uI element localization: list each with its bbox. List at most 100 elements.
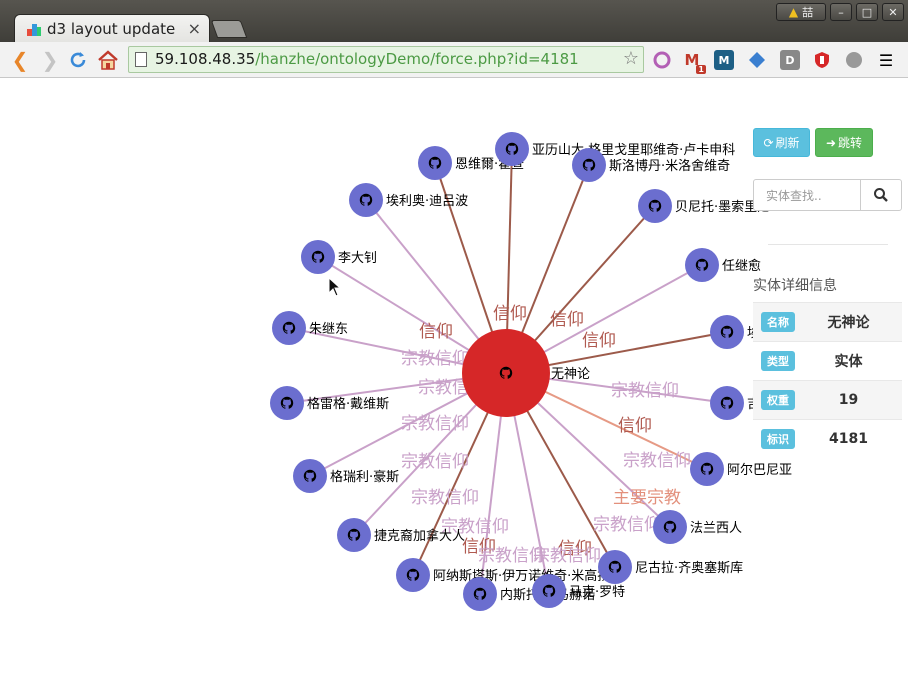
extension-circle-icon[interactable] xyxy=(652,50,672,70)
page-icon xyxy=(135,52,147,67)
jump-button[interactable]: ➜ 跳转 xyxy=(815,128,873,157)
tab-title: d3 layout update xyxy=(47,20,176,38)
new-tab-button[interactable] xyxy=(210,20,248,38)
gmail-extension-icon[interactable]: M1 xyxy=(682,50,706,74)
search-icon xyxy=(874,188,888,202)
url-path: /hanzhe/ontologyDemo/force.php?id=4181 xyxy=(255,50,579,68)
search-button[interactable] xyxy=(860,179,902,211)
warning-icon: ▲ xyxy=(788,5,799,19)
reload-button[interactable] xyxy=(66,48,90,72)
edge-label: 主要宗教 xyxy=(613,488,681,508)
browser-tab[interactable]: d3 layout update × xyxy=(14,14,210,42)
info-value: 19 xyxy=(838,392,859,408)
menu-icon[interactable]: ☰ xyxy=(876,50,896,70)
forward-button[interactable]: ❯ xyxy=(38,48,62,72)
info-key: 权重 xyxy=(761,390,795,410)
graph-node-label: 格雷格·戴维斯 xyxy=(307,396,389,412)
bookmark-star-icon[interactable]: ☆ xyxy=(623,48,639,69)
graph-node-label: 李大钊 xyxy=(338,251,377,266)
info-value: 无神论 xyxy=(827,315,870,331)
user-profile-button[interactable]: ▲ 喆 xyxy=(776,3,826,21)
info-row-id: 标识 4181 xyxy=(753,419,902,458)
info-row-type: 类型 实体 xyxy=(753,341,902,380)
graph-node-circle[interactable] xyxy=(396,558,430,592)
graph-node-circle[interactable] xyxy=(301,240,335,274)
url-host: 59.108.48.35 xyxy=(155,50,256,68)
edge-label: 宗教信仰 xyxy=(411,488,479,508)
graph-node-label: 阿纳斯塔斯·伊万诺维奇·米高扬 xyxy=(433,568,610,584)
info-row-weight: 权重 19 xyxy=(753,380,902,419)
page-content: 信仰 信仰 信仰 宗教信仰 信仰 宗教信仰 宗教信仰 宗教信仰 信仰 宗教信仰 宗教信仰 宗教信仰 主要… xyxy=(5,79,903,678)
graph-node[interactable]: 格瑞利·豪斯 xyxy=(293,459,399,493)
center-node-label: 无神论 xyxy=(551,367,590,382)
shield-extension-icon[interactable] xyxy=(812,50,832,70)
globe-glyph xyxy=(846,52,862,68)
edge-label: 信仰 xyxy=(419,322,453,342)
graph-node-circle[interactable] xyxy=(532,574,566,608)
arrow-right-icon: ➜ xyxy=(825,135,837,150)
close-tab-icon[interactable]: × xyxy=(188,19,201,38)
url-text: 59.108.48.35/hanzhe/ontologyDemo/force.p… xyxy=(155,50,579,68)
graph-node[interactable]: 埃利奥·迪吕波 xyxy=(349,183,468,217)
graph-node-circle[interactable] xyxy=(272,311,306,345)
back-button[interactable]: ❮ xyxy=(8,48,32,72)
graph-node-circle[interactable] xyxy=(638,189,672,223)
graph-node-circle[interactable] xyxy=(418,146,452,180)
panel-title: 实体详细信息 xyxy=(753,278,837,294)
address-bar[interactable]: 59.108.48.35/hanzhe/ontologyDemo/force.p… xyxy=(128,46,644,73)
edge-label: 宗教信仰 xyxy=(401,414,469,434)
pin-extension-icon[interactable] xyxy=(747,50,767,70)
center-node-circle[interactable] xyxy=(462,329,550,417)
tab-favicon-icon xyxy=(27,24,41,36)
info-value: 4181 xyxy=(829,431,868,447)
graph-node-circle[interactable] xyxy=(270,386,304,420)
d-extension-icon[interactable]: D xyxy=(780,50,800,70)
edge-label: 宗教信仰 xyxy=(401,452,469,472)
edge-label: 宗教信仰 xyxy=(623,451,691,471)
graph-node-label: 法兰西人 xyxy=(690,521,742,536)
graph-node-circle[interactable] xyxy=(572,148,606,182)
graph-node-circle[interactable] xyxy=(685,248,719,282)
reload-icon xyxy=(70,52,86,68)
refresh-label: 刷新 xyxy=(775,136,800,150)
shield-glyph xyxy=(815,52,829,68)
graph-node-circle[interactable] xyxy=(495,132,529,166)
minimize-button[interactable]: – xyxy=(830,3,852,21)
edge-label: 信仰 xyxy=(582,331,616,351)
refresh-button[interactable]: ⟳ 刷新 xyxy=(753,128,810,157)
edge-label: 信仰 xyxy=(493,304,527,324)
graph-node[interactable]: 尼古拉·齐奥塞斯库 xyxy=(598,550,743,584)
graph-node-label: 尼古拉·齐奥塞斯库 xyxy=(635,560,743,576)
graph-node-circle[interactable] xyxy=(349,183,383,217)
edge-label: 信仰 xyxy=(618,416,652,436)
info-value: 实体 xyxy=(834,354,863,370)
graph-node-circle[interactable] xyxy=(293,459,327,493)
browser-window: d3 layout update × ▲ 喆 – □ ✕ ❮ ❯ 59.108.… xyxy=(0,0,908,681)
graph-node-circle[interactable] xyxy=(690,452,724,486)
graph-node-label: 阿尔巴尼亚 xyxy=(727,463,792,478)
graph-node[interactable]: 贝尼托·墨索里尼 xyxy=(638,189,770,223)
gmail-badge: 1 xyxy=(696,65,706,74)
close-window-button[interactable]: ✕ xyxy=(882,3,904,21)
globe-extension-icon[interactable] xyxy=(844,50,864,70)
maximize-button[interactable]: □ xyxy=(856,3,878,21)
edge-label: 宗教信仰 xyxy=(593,515,661,535)
graph-node-circle[interactable] xyxy=(710,386,744,420)
entity-search-input[interactable]: 实体查找.. xyxy=(753,179,861,211)
graph-node-circle[interactable] xyxy=(598,550,632,584)
jump-label: 跳转 xyxy=(838,136,863,150)
graph-node-label: 亚历山大·格里戈里耶维奇·卢卡申科 xyxy=(532,142,735,158)
graph-node[interactable]: 法兰西人 xyxy=(653,510,742,544)
home-icon xyxy=(98,50,118,70)
graph-node[interactable]: 任继愈 xyxy=(685,248,761,282)
home-button[interactable] xyxy=(96,48,120,72)
info-row-name: 名称 无神论 xyxy=(753,302,902,341)
graph-node-circle[interactable] xyxy=(463,577,497,611)
graph-node[interactable]: 朱继东 xyxy=(272,311,348,345)
m-extension-icon[interactable]: M xyxy=(714,50,734,70)
graph-node-circle[interactable] xyxy=(653,510,687,544)
graph-node-circle[interactable] xyxy=(337,518,371,552)
edge-label: 宗教信仰 xyxy=(401,349,469,369)
graph-node-label: 捷克裔加拿大人 xyxy=(374,528,465,544)
graph-node-circle[interactable] xyxy=(710,315,744,349)
